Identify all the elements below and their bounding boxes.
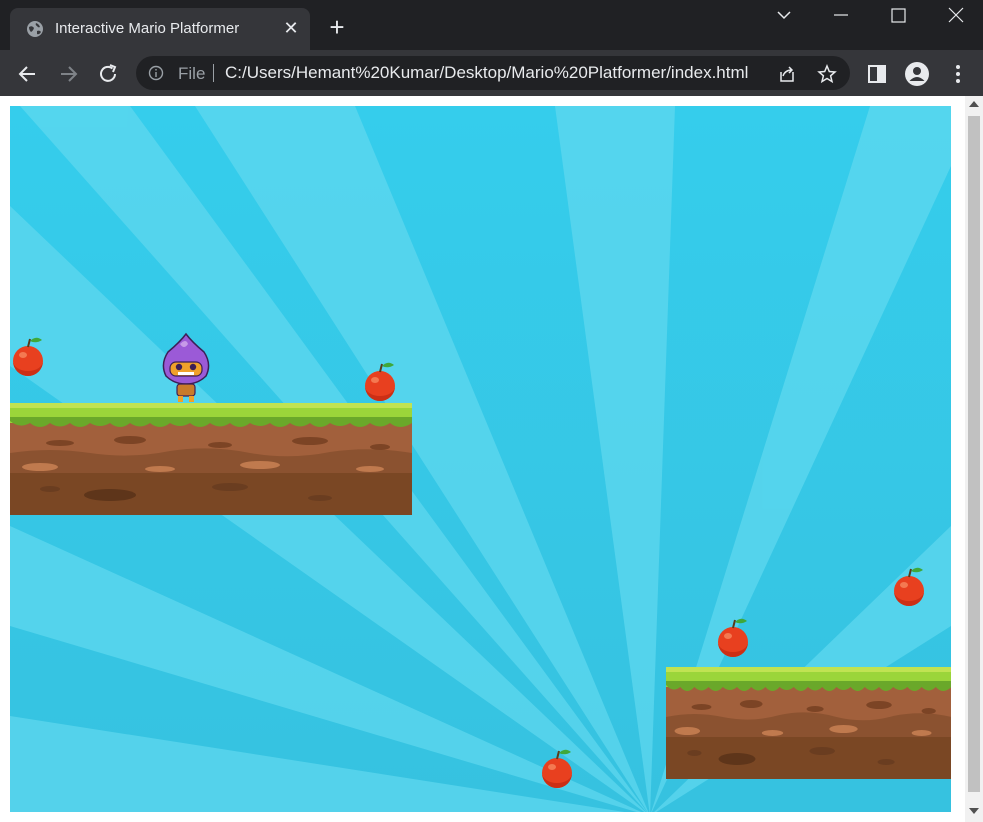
game-canvas[interactable] — [10, 106, 951, 812]
side-panel-icon[interactable] — [865, 62, 889, 86]
url-scheme-label: File — [178, 64, 206, 83]
globe-icon — [27, 21, 43, 37]
vertical-scrollbar[interactable] — [965, 96, 983, 822]
plus-icon[interactable]: + — [324, 14, 350, 40]
browser-tab-strip: Interactive Mario Platformer ✕ + — [0, 0, 983, 50]
reload-icon[interactable] — [94, 60, 122, 88]
right-platform — [666, 667, 951, 779]
close-window-icon[interactable] — [936, 4, 976, 28]
share-icon[interactable] — [777, 64, 797, 84]
scroll-up-arrow-icon[interactable] — [969, 101, 979, 107]
left-platform — [10, 403, 412, 515]
scroll-thumb[interactable] — [968, 116, 980, 792]
game-scene — [10, 106, 951, 812]
url-text[interactable]: C:/Users/Hemant%20Kumar/Desktop/Mario%20… — [225, 63, 748, 83]
browser-tab[interactable]: Interactive Mario Platformer ✕ — [10, 8, 310, 50]
page-viewport — [0, 96, 983, 822]
forward-arrow-icon[interactable] — [54, 60, 82, 88]
bookmark-star-icon[interactable] — [816, 63, 838, 85]
back-arrow-icon[interactable] — [14, 60, 42, 88]
more-menu-icon[interactable] — [946, 62, 970, 86]
url-separator — [213, 64, 214, 82]
chevron-down-icon[interactable] — [764, 4, 804, 28]
tab-title: Interactive Mario Platformer — [55, 20, 240, 37]
tab-close-icon[interactable]: ✕ — [280, 17, 302, 39]
minimize-icon[interactable] — [821, 4, 861, 28]
browser-toolbar: File C:/Users/Hemant%20Kumar/Desktop/Mar… — [0, 50, 983, 96]
scroll-down-arrow-icon[interactable] — [969, 808, 979, 814]
address-bar[interactable]: File C:/Users/Hemant%20Kumar/Desktop/Mar… — [136, 56, 850, 90]
maximize-icon[interactable] — [878, 4, 918, 28]
info-icon[interactable] — [148, 65, 164, 81]
profile-avatar-icon[interactable] — [905, 62, 929, 86]
